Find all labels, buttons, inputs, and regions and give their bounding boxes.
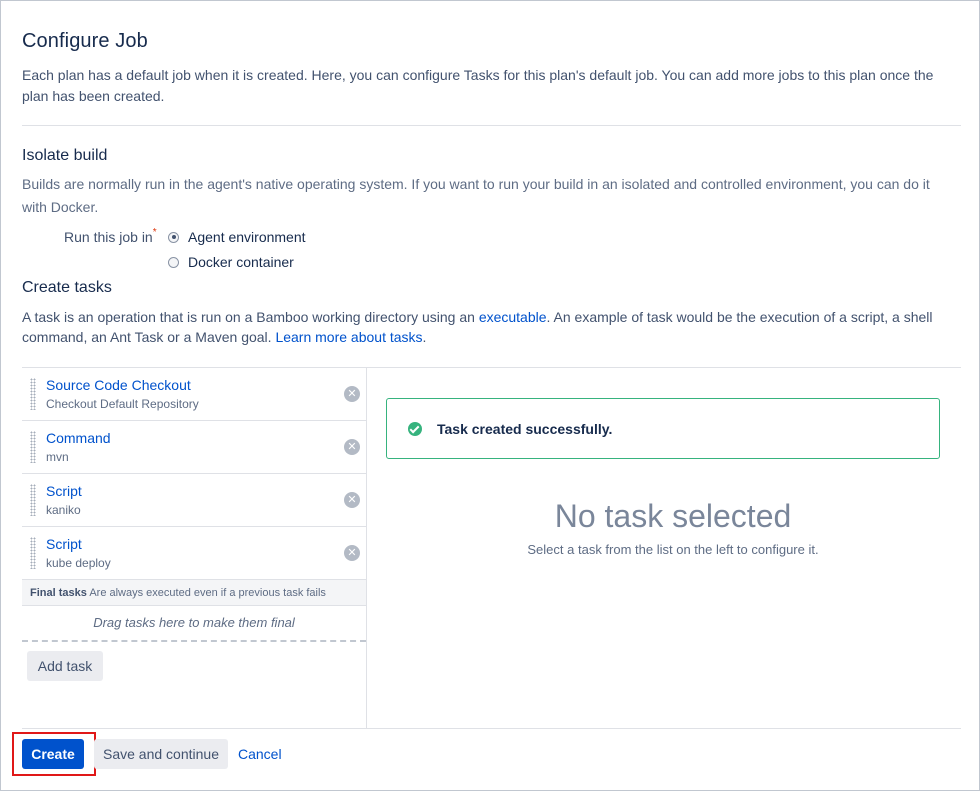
empty-state-subtitle: Select a task from the list on the left … bbox=[527, 542, 819, 557]
task-title[interactable]: Script bbox=[46, 483, 82, 499]
page-title: Configure Job bbox=[22, 30, 148, 52]
final-tasks-drop-zone[interactable]: Drag tasks here to make them final bbox=[22, 607, 366, 642]
empty-state-title: No task selected bbox=[554, 498, 792, 534]
radio-unselected-icon[interactable] bbox=[168, 256, 179, 268]
close-circle-icon[interactable]: ✕ bbox=[344, 386, 360, 402]
final-tasks-header: Final tasks Are always executed even if … bbox=[22, 580, 366, 606]
isolate-build-description: Builds are normally run in the agent's n… bbox=[22, 176, 930, 215]
final-tasks-label: Final tasks bbox=[30, 587, 87, 599]
radio-docker-container[interactable]: Docker container bbox=[168, 254, 294, 270]
task-subtitle: kube deploy bbox=[46, 556, 111, 570]
radio-selected-icon[interactable] bbox=[168, 231, 179, 243]
configure-job-page: Configure Job Each plan has a default jo… bbox=[0, 0, 980, 791]
learn-more-tasks-link[interactable]: Learn more about tasks bbox=[275, 329, 422, 345]
radio-agent-environment[interactable]: Agent environment bbox=[168, 229, 306, 245]
task-title[interactable]: Source Code Checkout bbox=[46, 377, 191, 393]
drag-handle-icon[interactable] bbox=[30, 537, 36, 569]
run-job-label-text: Run this job in bbox=[64, 229, 153, 245]
drag-handle-icon[interactable] bbox=[30, 484, 36, 516]
add-task-button[interactable]: Add task bbox=[27, 651, 103, 681]
divider bbox=[22, 728, 961, 729]
task-item[interactable]: Script kube deploy ✕ bbox=[22, 527, 366, 580]
page-intro: Each plan has a default job when it is c… bbox=[22, 67, 934, 104]
save-and-continue-button[interactable]: Save and continue bbox=[94, 739, 228, 769]
task-subtitle: kaniko bbox=[46, 503, 81, 517]
run-job-label: Run this job in* bbox=[64, 227, 157, 245]
tasks-desc-text-1: A task is an operation that is run on a … bbox=[22, 309, 479, 325]
task-item[interactable]: Script kaniko ✕ bbox=[22, 474, 366, 527]
divider bbox=[22, 125, 961, 126]
create-tasks-title: Create tasks bbox=[22, 279, 112, 296]
required-mark: * bbox=[152, 227, 157, 238]
radio-docker-container-label: Docker container bbox=[188, 254, 294, 270]
tasks-desc-text-3: . bbox=[422, 329, 427, 345]
radio-agent-environment-label: Agent environment bbox=[188, 229, 306, 245]
create-button[interactable]: Create bbox=[22, 739, 84, 769]
executable-link[interactable]: executable bbox=[479, 309, 547, 325]
task-item[interactable]: Source Code Checkout Checkout Default Re… bbox=[22, 368, 366, 421]
task-title[interactable]: Command bbox=[46, 430, 111, 446]
create-tasks-description: A task is an operation that is run on a … bbox=[22, 307, 957, 347]
task-subtitle: Checkout Default Repository bbox=[46, 397, 199, 411]
drag-handle-icon[interactable] bbox=[30, 431, 36, 463]
success-message-text: Task created successfully. bbox=[437, 421, 613, 437]
cancel-link[interactable]: Cancel bbox=[238, 746, 282, 762]
task-title[interactable]: Script bbox=[46, 536, 82, 552]
isolate-build-title: Isolate build bbox=[22, 147, 108, 164]
task-subtitle: mvn bbox=[46, 450, 69, 464]
close-circle-icon[interactable]: ✕ bbox=[344, 545, 360, 561]
task-list-panel: Source Code Checkout Checkout Default Re… bbox=[22, 368, 367, 728]
close-circle-icon[interactable]: ✕ bbox=[344, 492, 360, 508]
check-circle-icon bbox=[408, 422, 422, 436]
drag-handle-icon[interactable] bbox=[30, 378, 36, 410]
task-config-panel: Task created successfully. No task selec… bbox=[367, 368, 961, 728]
success-message: Task created successfully. bbox=[386, 398, 940, 459]
close-circle-icon[interactable]: ✕ bbox=[344, 439, 360, 455]
task-item[interactable]: Command mvn ✕ bbox=[22, 421, 366, 474]
final-tasks-note: Are always executed even if a previous t… bbox=[89, 587, 326, 599]
